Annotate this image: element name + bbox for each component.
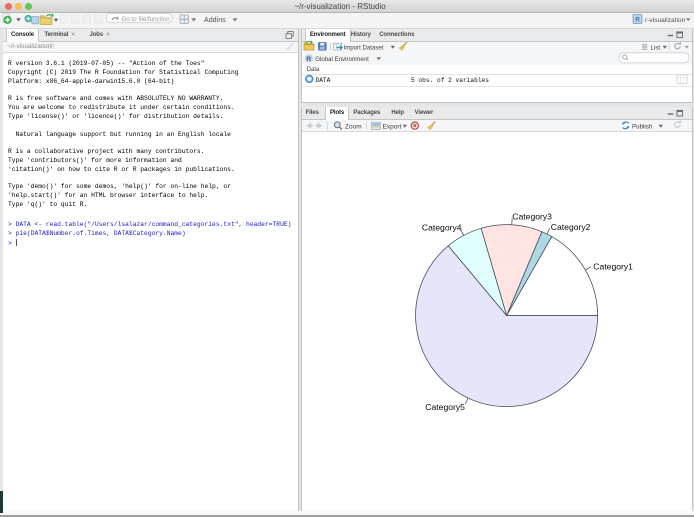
svg-text:Category5: Category5 (425, 402, 465, 412)
svg-text:Category1: Category1 (593, 261, 633, 271)
svg-text:Category2: Category2 (551, 222, 591, 232)
svg-text:Category3: Category3 (512, 212, 552, 222)
svg-text:Category4: Category4 (422, 223, 462, 233)
